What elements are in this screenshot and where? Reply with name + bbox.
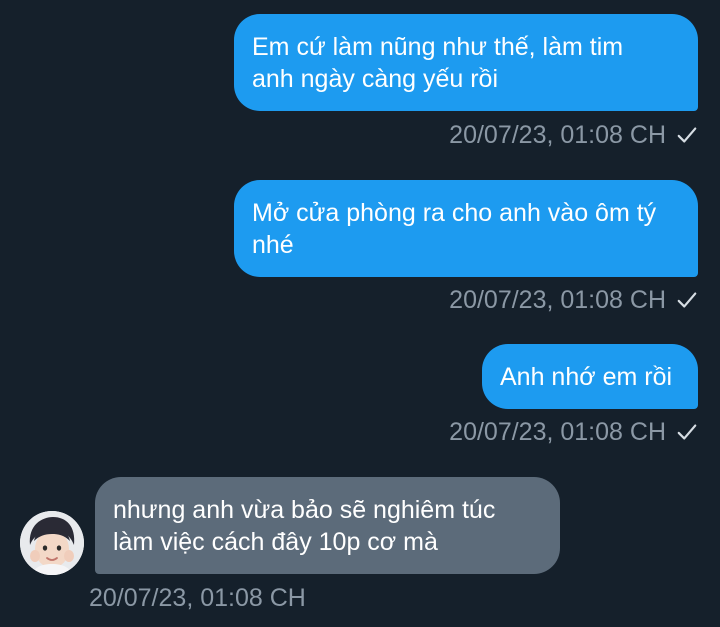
message-meta: 20/07/23, 01:08 CH <box>449 417 698 447</box>
message-timestamp: 20/07/23, 01:08 CH <box>449 121 666 149</box>
message-text-line: nhưng anh vừa bảo sẽ nghiêm túc <box>113 496 496 524</box>
message-text-line: Anh nhớ em rồi <box>500 363 673 391</box>
message-text-line: nhé <box>252 231 294 259</box>
check-icon <box>677 292 697 308</box>
message-timestamp: 20/07/23, 01:08 CH <box>89 584 306 612</box>
avatar-image <box>20 511 84 575</box>
avatar[interactable] <box>20 511 84 575</box>
message-text-line: Mở cửa phòng ra cho anh vào ôm tý <box>252 199 657 227</box>
check-icon <box>677 127 697 143</box>
message-meta: 20/07/23, 01:08 CH <box>449 120 698 150</box>
message-timestamp: 20/07/23, 01:08 CH <box>449 286 666 314</box>
message-timestamp: 20/07/23, 01:08 CH <box>449 418 666 446</box>
message-bubble-outgoing[interactable]: Anh nhớ em rồi <box>482 344 698 409</box>
message-meta: 20/07/23, 01:08 CH <box>449 285 698 315</box>
message-text-line: anh ngày càng yếu rồi <box>252 65 499 93</box>
message-text-line: Em cứ làm nũng như thế, làm tim <box>252 33 624 61</box>
message-bubble-incoming[interactable]: nhưng anh vừa bảo sẽ nghiêm túc làm việc… <box>95 477 560 574</box>
message-bubble-outgoing[interactable]: Em cứ làm nũng như thế, làm tim anh ngày… <box>234 14 698 111</box>
check-icon <box>677 424 697 440</box>
message-bubble-outgoing[interactable]: Mở cửa phòng ra cho anh vào ôm tý nhé <box>234 180 698 277</box>
message-text-line: làm việc cách đây 10p cơ mà <box>113 528 438 556</box>
